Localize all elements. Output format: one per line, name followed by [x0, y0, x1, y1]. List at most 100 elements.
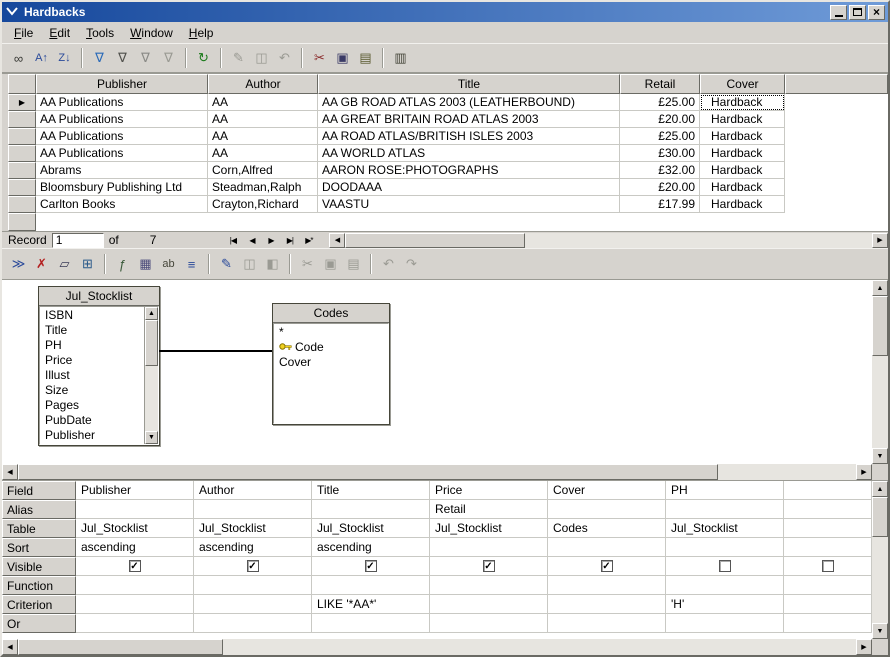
scroll-thumb[interactable] — [872, 296, 888, 356]
qgrid-cell-table-6[interactable]: Jul_Stocklist — [666, 519, 784, 538]
table-box-title[interactable]: Jul_Stocklist — [39, 287, 159, 306]
paste-icon[interactable]: ▤ — [354, 47, 377, 70]
cell-cover[interactable]: Hardback — [700, 196, 785, 213]
scroll-left-button[interactable]: ◀ — [329, 233, 345, 248]
scroll-down-button[interactable]: ▼ — [872, 623, 888, 639]
qgrid-cell-criterion-1[interactable] — [76, 595, 194, 614]
add-table-icon[interactable]: ⊞ — [76, 253, 99, 276]
row-header[interactable] — [8, 145, 36, 162]
data-to-text-icon[interactable]: ▥ — [389, 47, 412, 70]
qgrid-cell-table-7[interactable] — [784, 519, 872, 538]
qgrid-cell-sort-1[interactable]: ascending — [76, 538, 194, 557]
column-header-title[interactable]: Title — [318, 74, 620, 94]
row-header[interactable] — [8, 196, 36, 213]
visible-checkbox[interactable]: ✓ — [129, 560, 141, 572]
cell-retail[interactable]: £30.00 — [620, 145, 700, 162]
clear-query-icon[interactable]: ✗ — [30, 253, 53, 276]
cell-retail[interactable]: £17.99 — [620, 196, 700, 213]
qgrid-cell-or-6[interactable] — [666, 614, 784, 633]
qgrid-cell-field-3[interactable]: Title — [312, 481, 430, 500]
visible-checkbox[interactable] — [822, 560, 834, 572]
field-star[interactable]: * — [274, 325, 388, 340]
qgrid-cell-sort-6[interactable] — [666, 538, 784, 557]
scroll-thumb[interactable] — [18, 464, 718, 480]
qgrid-cell-alias-3[interactable] — [312, 500, 430, 519]
qgrid-cell-or-1[interactable] — [76, 614, 194, 633]
qgrid-cell-field-6[interactable]: PH — [666, 481, 784, 500]
qgrid-cell-function-2[interactable] — [194, 576, 312, 595]
cell-author[interactable]: Crayton,Richard — [208, 196, 318, 213]
cell-cover[interactable]: Hardback — [700, 111, 785, 128]
qgrid-cell-criterion-2[interactable] — [194, 595, 312, 614]
qgrid-cell-sort-2[interactable]: ascending — [194, 538, 312, 557]
scroll-up-button[interactable]: ▲ — [872, 481, 888, 497]
scroll-up-button[interactable]: ▲ — [872, 280, 888, 296]
join-line[interactable] — [159, 350, 272, 352]
cell-publisher[interactable]: AA Publications — [36, 94, 208, 111]
last-record-button[interactable]: ▶| — [280, 233, 299, 248]
qgrid-cell-or-7[interactable] — [784, 614, 872, 633]
alias-icon[interactable]: ab — [157, 253, 180, 276]
qgrid-rowlabel-or[interactable]: Or — [2, 614, 76, 633]
qgrid-cell-or-2[interactable] — [194, 614, 312, 633]
qgrid-cell-table-3[interactable]: Jul_Stocklist — [312, 519, 430, 538]
qgrid-cell-sort-5[interactable] — [548, 538, 666, 557]
cell-publisher[interactable]: AA Publications — [36, 145, 208, 162]
field-isbn[interactable]: ISBN — [40, 308, 144, 323]
cell-retail[interactable]: £25.00 — [620, 94, 700, 111]
qgrid-cell-criterion-4[interactable] — [430, 595, 548, 614]
column-header-cover[interactable]: Cover — [700, 74, 785, 94]
qgrid-cell-criterion-5[interactable] — [548, 595, 666, 614]
field-publisher[interactable]: Publisher — [40, 428, 144, 443]
scroll-up-button[interactable]: ▲ — [145, 307, 158, 320]
prev-record-button[interactable]: ◀ — [242, 233, 261, 248]
cell-author[interactable]: Steadman,Ralph — [208, 179, 318, 196]
scroll-right-button[interactable]: ▶ — [856, 464, 872, 480]
cell-title[interactable]: AA GREAT BRITAIN ROAD ATLAS 2003 — [318, 111, 620, 128]
qgrid-rowlabel-field[interactable]: Field — [2, 481, 76, 500]
qgrid-cell-criterion-3[interactable]: LIKE '*AA*' — [312, 595, 430, 614]
scroll-down-button[interactable]: ▼ — [145, 431, 158, 444]
qgrid-cell-visible-1[interactable]: ✓ — [76, 557, 194, 576]
qgrid-cell-field-2[interactable]: Author — [194, 481, 312, 500]
field-pubdate[interactable]: PubDate — [40, 413, 144, 428]
qgrid-cell-visible-2[interactable]: ✓ — [194, 557, 312, 576]
qgrid-cell-function-1[interactable] — [76, 576, 194, 595]
autofilter-icon[interactable]: ∇ — [88, 47, 111, 70]
cell-author[interactable]: Corn,Alfred — [208, 162, 318, 179]
column-header-publisher[interactable]: Publisher — [36, 74, 208, 94]
qgrid-cell-criterion-6[interactable]: 'H' — [666, 595, 784, 614]
cell-publisher[interactable]: AA Publications — [36, 128, 208, 145]
cell-publisher[interactable]: Carlton Books — [36, 196, 208, 213]
visible-checkbox[interactable]: ✓ — [247, 560, 259, 572]
qgrid-cell-field-5[interactable]: Cover — [548, 481, 666, 500]
cut-icon[interactable]: ✂ — [308, 47, 331, 70]
scroll-thumb[interactable] — [145, 320, 158, 366]
qgrid-cell-function-3[interactable] — [312, 576, 430, 595]
maximize-button[interactable] — [849, 5, 866, 20]
row-header[interactable] — [8, 162, 36, 179]
qgrid-cell-function-4[interactable] — [430, 576, 548, 595]
cell-title[interactable]: AA ROAD ATLAS/BRITISH ISLES 2003 — [318, 128, 620, 145]
cell-retail[interactable]: £25.00 — [620, 128, 700, 145]
cell-publisher[interactable]: Abrams — [36, 162, 208, 179]
row-header[interactable] — [8, 128, 36, 145]
table-box-title[interactable]: Codes — [273, 304, 389, 323]
scroll-track[interactable] — [872, 356, 888, 448]
scroll-track[interactable] — [718, 464, 856, 480]
new-record-button[interactable]: ▶* — [299, 233, 318, 248]
scroll-down-button[interactable]: ▼ — [872, 448, 888, 464]
table-box-codes[interactable]: Codes *CodeCover — [272, 303, 390, 425]
scroll-left-button[interactable]: ◀ — [2, 464, 18, 480]
cell-retail[interactable]: £32.00 — [620, 162, 700, 179]
qgrid-rowlabel-function[interactable]: Function — [2, 576, 76, 595]
scroll-track[interactable] — [525, 233, 872, 248]
minimize-button[interactable] — [830, 5, 847, 20]
qgrid-cell-visible-7[interactable] — [784, 557, 872, 576]
switch-design-view-icon[interactable]: ▱ — [53, 253, 76, 276]
cell-cover[interactable]: Hardback — [700, 94, 785, 111]
first-record-button[interactable]: |◀ — [223, 233, 242, 248]
qgrid-cell-visible-6[interactable] — [666, 557, 784, 576]
field-cover[interactable]: Cover — [274, 355, 388, 370]
qgrid-cell-field-1[interactable]: Publisher — [76, 481, 194, 500]
